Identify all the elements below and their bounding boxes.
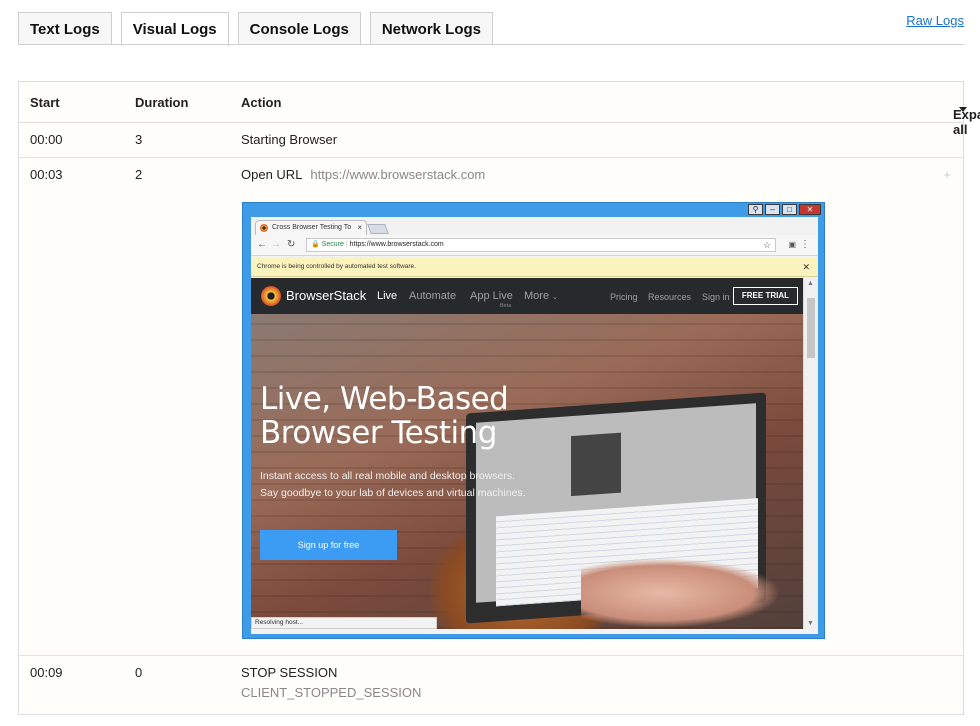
hands-image bbox=[581, 558, 781, 628]
browser-status-bar: Resolving host... bbox=[251, 617, 437, 629]
row-action-detail: CLIENT_STOPPED_SESSION bbox=[241, 685, 422, 700]
infobar-text: Chrome is being controlled by automated … bbox=[257, 263, 416, 270]
tab-console-logs[interactable]: Console Logs bbox=[237, 12, 361, 45]
site-nav-automate: Automate bbox=[409, 290, 457, 302]
maximize-icon: □ bbox=[782, 204, 797, 215]
hero-headline-line2: Browser Testing bbox=[260, 415, 497, 451]
close-icon: ✕ bbox=[799, 204, 821, 215]
lock-icon: 🔒 bbox=[311, 241, 320, 248]
header-start: Start bbox=[30, 95, 60, 110]
site-brand: BrowserStack bbox=[286, 288, 367, 303]
table-header: Start Duration Action Expand all bbox=[19, 82, 980, 137]
expand-row-icon[interactable]: + bbox=[943, 167, 951, 182]
tab-visual-logs[interactable]: Visual Logs bbox=[120, 12, 229, 46]
forward-icon: → bbox=[271, 239, 281, 250]
hero-subtext: Instant access to all real mobile and de… bbox=[260, 468, 526, 502]
browser-tab-title: Cross Browser Testing To bbox=[272, 224, 352, 231]
tab-close-icon: × bbox=[357, 223, 362, 232]
favicon-icon bbox=[260, 224, 268, 232]
site-nav-live: Live bbox=[377, 290, 398, 302]
visual-logs-table: Start Duration Action Expand all 00:00 3… bbox=[18, 81, 980, 715]
star-icon: ☆ bbox=[762, 240, 771, 250]
row-duration: 0 bbox=[135, 665, 143, 680]
row-duration: 2 bbox=[135, 167, 143, 182]
secure-label: Secure bbox=[321, 241, 344, 248]
site-nav-more-label: More bbox=[524, 290, 550, 302]
hero-headline: Live, Web-Based Browser Testing bbox=[260, 381, 509, 451]
caret-down-icon bbox=[959, 107, 967, 112]
site-nav-more: More ⌄ bbox=[524, 290, 558, 302]
browserstack-logo-icon bbox=[261, 286, 281, 306]
browser-toolbar: ← → ↻ 🔒 Secure | https://www.browserstack… bbox=[251, 235, 818, 256]
raw-logs-link[interactable]: Raw Logs bbox=[906, 13, 964, 28]
scroll-down-icon: ▼ bbox=[807, 620, 814, 627]
address-bar: 🔒 Secure | https://www.browserstack.com ☆ bbox=[306, 238, 776, 252]
site-nav-beta: Beta bbox=[500, 303, 512, 309]
window-titlebar: ⚲ – □ ✕ bbox=[243, 203, 824, 217]
tab-network-logs[interactable]: Network Logs bbox=[369, 12, 494, 45]
infobar-close-icon: ✕ bbox=[802, 262, 810, 272]
back-icon: ← bbox=[257, 239, 267, 250]
row-action: Starting Browser bbox=[241, 132, 338, 147]
tab-text-logs[interactable]: Text Logs bbox=[18, 12, 112, 45]
visual-log-screenshot[interactable]: ⚲ – □ ✕ Cross Browser Testing To × ← → ↻ bbox=[242, 202, 825, 639]
user-icon: ⚲ bbox=[748, 204, 763, 215]
browser-tab: Cross Browser Testing To × bbox=[255, 220, 367, 235]
extension-icon: ▣ bbox=[788, 240, 796, 249]
tabs-divider bbox=[18, 44, 964, 45]
window-controls: ⚲ – □ ✕ bbox=[746, 204, 821, 215]
header-duration: Duration bbox=[135, 95, 189, 110]
menu-icon: ⋮ bbox=[800, 239, 810, 250]
site-free-trial-button: FREE TRIAL bbox=[732, 287, 798, 305]
reload-icon: ↻ bbox=[287, 239, 296, 250]
row-duration: 3 bbox=[135, 132, 143, 147]
row-start: 00:00 bbox=[30, 132, 63, 147]
laptop-screen-photo bbox=[571, 432, 621, 497]
row-action: STOP SESSION bbox=[241, 665, 338, 680]
hero-subtext-line2: Say goodbye to your lab of devices and v… bbox=[260, 487, 526, 499]
row-start: 00:09 bbox=[30, 665, 63, 680]
table-row[interactable]: 00:00 3 Starting Browser bbox=[19, 123, 963, 158]
row-action: Open URL https://www.browserstack.com bbox=[241, 167, 485, 182]
site-navbar: BrowserStack Live Automate App Live Beta… bbox=[251, 278, 803, 314]
site-nav-resources: Resources bbox=[648, 292, 692, 302]
scroll-up-icon: ▲ bbox=[807, 280, 814, 287]
site-nav-pricing: Pricing bbox=[610, 292, 638, 302]
row-start: 00:03 bbox=[30, 167, 63, 182]
row-action-label: Open URL bbox=[241, 167, 303, 182]
minimize-icon: – bbox=[765, 204, 780, 215]
site-nav-signin: Sign in bbox=[702, 292, 730, 302]
page-scrollbar: ▲ ▼ bbox=[803, 278, 818, 629]
address-url: https://www.browserstack.com bbox=[349, 241, 444, 248]
hero-headline-line1: Live, Web-Based bbox=[260, 381, 509, 417]
new-tab-icon bbox=[367, 224, 389, 234]
site-nav-app-live: App Live bbox=[470, 290, 513, 302]
header-action: Action bbox=[241, 95, 282, 110]
table-row[interactable]: 00:03 2 Open URL https://www.browserstack… bbox=[19, 158, 963, 656]
log-tabs: Text Logs Visual Logs Console Logs Netwo… bbox=[18, 12, 502, 46]
webpage: BrowserStack Live Automate App Live Beta… bbox=[251, 278, 803, 629]
scrollbar-thumb bbox=[807, 298, 815, 358]
table-row[interactable]: 00:09 0 STOP SESSION CLIENT_STOPPED_SESS… bbox=[19, 656, 963, 714]
hero-subtext-line1: Instant access to all real mobile and de… bbox=[260, 470, 516, 482]
browser-window: Cross Browser Testing To × ← → ↻ 🔒 Secure… bbox=[251, 217, 818, 634]
chevron-down-icon: ⌄ bbox=[552, 294, 558, 301]
site-signup-button: Sign up for free bbox=[260, 530, 397, 560]
automation-infobar: Chrome is being controlled by automated … bbox=[251, 257, 818, 277]
row-action-url: https://www.browserstack.com bbox=[310, 167, 486, 182]
